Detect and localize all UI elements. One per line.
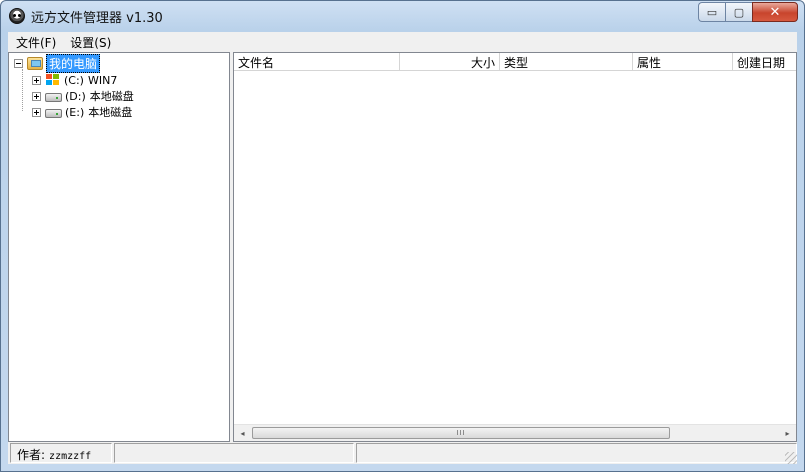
file-list[interactable]: 文件名 大小 类型 属性 创建日期 ◂ III ▸ (233, 52, 797, 442)
resize-grip[interactable] (785, 452, 797, 464)
windows-drive-icon (45, 73, 61, 87)
menu-bar: 文件(F) 设置(S) (8, 32, 797, 52)
close-button[interactable]: ✕ (752, 2, 798, 22)
column-header-filename[interactable]: 文件名 (234, 53, 400, 71)
status-panel-author: 作者: zzmzzff (10, 443, 112, 463)
collapse-icon[interactable] (14, 58, 23, 68)
menu-file[interactable]: 文件(F) (16, 34, 56, 51)
tree-item-drive-e[interactable]: (E:) 本地磁盘 (32, 104, 132, 120)
column-header-attributes[interactable]: 属性 (633, 53, 733, 71)
hard-drive-icon (45, 93, 62, 102)
close-icon: ✕ (769, 4, 781, 20)
column-header-row: 文件名 大小 类型 属性 创建日期 (234, 53, 796, 71)
folder-tree[interactable]: 我的电脑 (C:) WIN7 (D:) 本地磁盘 (E:) 本地磁盘 (8, 52, 230, 442)
scroll-right-arrow[interactable]: ▸ (779, 425, 796, 441)
main-window: 远方文件管理器 v1.30 ▭ ▢ ✕ 文件(F) 设置(S) 我的电脑 (C:… (0, 0, 805, 472)
expand-icon[interactable] (32, 91, 41, 101)
tree-connector (22, 69, 23, 111)
scroll-left-arrow[interactable]: ◂ (234, 425, 251, 441)
expand-icon[interactable] (32, 75, 41, 85)
status-bar: 作者: zzmzzff (8, 442, 797, 464)
column-header-size[interactable]: 大小 (400, 53, 500, 71)
author-value: zzmzzff (49, 451, 92, 462)
expand-icon[interactable] (32, 107, 41, 117)
horizontal-scrollbar[interactable]: ◂ III ▸ (234, 424, 796, 441)
status-panel-3 (356, 443, 797, 463)
minimize-button[interactable]: ▭ (698, 2, 725, 22)
caption-buttons: ▭ ▢ ✕ (698, 2, 798, 22)
computer-folder-icon (27, 56, 43, 70)
drive-name: 本地磁盘 (88, 106, 133, 119)
window-title: 远方文件管理器 v1.30 (31, 11, 163, 26)
author-label: 作者: (17, 448, 46, 462)
drive-letter: (C:) (64, 73, 84, 87)
minimize-icon: ▭ (706, 5, 718, 19)
maximize-button[interactable]: ▢ (725, 2, 752, 22)
tree-item-label: 我的电脑 (46, 53, 101, 73)
title-bar[interactable]: 远方文件管理器 v1.30 ▭ ▢ ✕ (1, 1, 804, 31)
tree-item-drive-d[interactable]: (D:) 本地磁盘 (32, 88, 134, 104)
tree-item-my-computer[interactable]: 我的电脑 (14, 53, 101, 73)
hard-drive-icon (45, 109, 62, 118)
drive-name: 本地磁盘 (89, 90, 134, 103)
scroll-thumb[interactable]: III (252, 427, 670, 439)
tree-item-drive-c[interactable]: (C:) WIN7 (32, 72, 117, 88)
drive-name: WIN7 (87, 73, 118, 87)
skull-icon[interactable] (9, 8, 25, 24)
column-header-type[interactable]: 类型 (500, 53, 633, 71)
column-header-created[interactable]: 创建日期 (733, 53, 796, 71)
maximize-icon: ▢ (733, 5, 745, 19)
client-area: 我的电脑 (C:) WIN7 (D:) 本地磁盘 (E:) 本地磁盘 文件名 大… (8, 52, 797, 442)
menu-settings[interactable]: 设置(S) (70, 34, 111, 51)
drive-letter: (D:) (65, 89, 86, 103)
status-panel-2 (114, 443, 354, 463)
drive-letter: (E:) (65, 105, 85, 119)
